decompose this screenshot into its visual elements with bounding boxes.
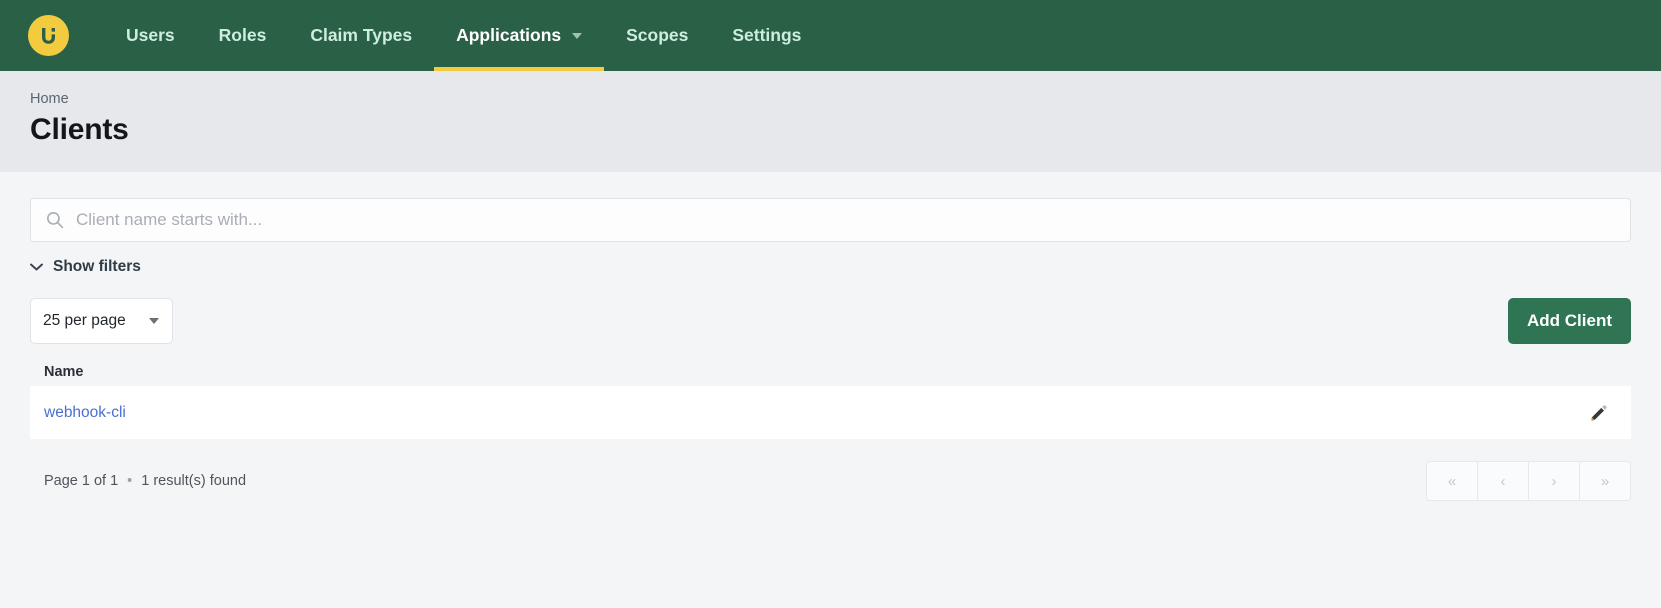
nav-item-label: Roles: [218, 25, 267, 45]
page-header-band: Home Clients: [0, 71, 1661, 172]
client-name-link[interactable]: webhook-cli: [44, 404, 126, 422]
last-page-button[interactable]: »: [1579, 461, 1631, 501]
prev-page-button[interactable]: ‹: [1477, 461, 1529, 501]
search-input[interactable]: [30, 198, 1631, 242]
nav-item-label: Settings: [732, 25, 802, 45]
ui-logo-icon[interactable]: [28, 15, 69, 56]
page-title: Clients: [30, 113, 129, 146]
page-info: Page 1 of 1: [44, 473, 119, 489]
nav-item-roles[interactable]: Roles: [197, 0, 289, 71]
table-toolbar: 25 per page Add Client: [30, 298, 1631, 344]
top-navbar: Users Roles Claim Types Applications Sco…: [0, 0, 1661, 71]
add-client-button[interactable]: Add Client: [1508, 298, 1631, 344]
table-row[interactable]: webhook-cli: [30, 386, 1631, 439]
nav-item-label: Users: [126, 25, 175, 45]
show-filters-toggle[interactable]: Show filters: [30, 258, 141, 276]
separator-dot: •: [127, 473, 133, 489]
per-page-value: 25 per page: [43, 312, 126, 329]
table-column-header-name: Name: [44, 364, 84, 380]
nav-item-label: Applications: [456, 25, 562, 45]
nav-item-label: Scopes: [626, 25, 689, 45]
table-footer: Page 1 of 1 • 1 result(s) found « ‹ › »: [30, 439, 1631, 501]
first-page-button[interactable]: «: [1426, 461, 1478, 501]
nav-item-label: Claim Types: [310, 25, 413, 45]
chevron-down-icon: [572, 32, 583, 39]
pagination-info: Page 1 of 1 • 1 result(s) found: [44, 473, 246, 489]
nav-item-users[interactable]: Users: [104, 0, 197, 71]
caret-down-icon: [149, 318, 159, 324]
nav-items: Users Roles Claim Types Applications Sco…: [104, 0, 823, 71]
nav-item-scopes[interactable]: Scopes: [604, 0, 710, 71]
nav-item-settings[interactable]: Settings: [710, 0, 823, 71]
show-filters-label: Show filters: [53, 258, 141, 275]
breadcrumb[interactable]: Home: [30, 91, 69, 107]
pencil-icon[interactable]: [1590, 404, 1607, 421]
pagination-controls: « ‹ › »: [1426, 461, 1631, 501]
main-content: Show filters 25 per page Add Client Name…: [0, 172, 1661, 608]
search-bar: [30, 198, 1631, 242]
chevron-down-icon: [30, 263, 43, 271]
per-page-select[interactable]: 25 per page: [30, 298, 173, 344]
next-page-button[interactable]: ›: [1528, 461, 1580, 501]
nav-item-claim-types[interactable]: Claim Types: [288, 0, 434, 71]
result-count: 1 result(s) found: [141, 473, 247, 489]
nav-item-applications[interactable]: Applications: [434, 0, 605, 71]
